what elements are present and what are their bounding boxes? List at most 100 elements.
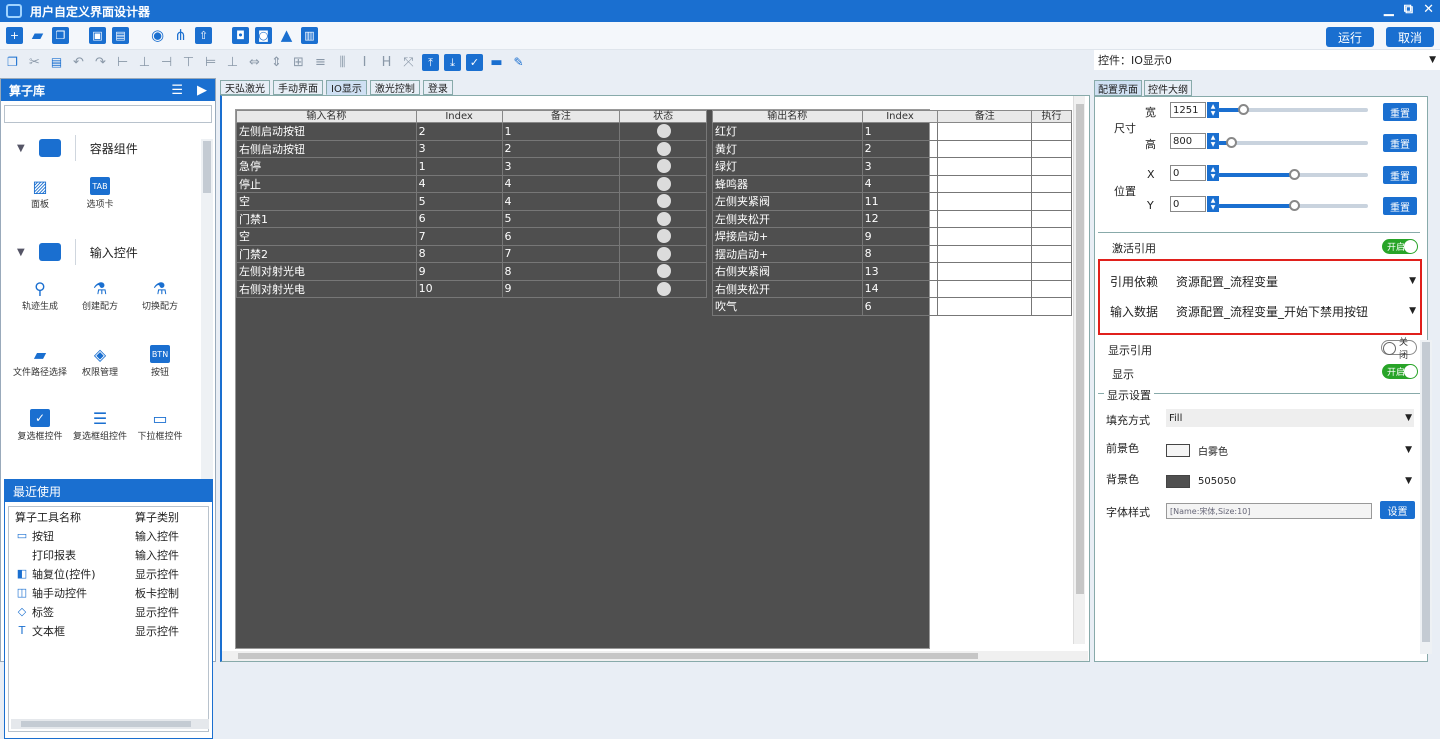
horizontal-spacing-icon[interactable]: H xyxy=(378,54,395,71)
same-size-icon[interactable]: ⊞ xyxy=(290,54,307,71)
table-row[interactable]: 左侧夹紧阀 11 11 xyxy=(712,192,1072,211)
tool-dropdown[interactable]: ▭ 下拉框控件 xyxy=(127,409,193,443)
layout-icon[interactable]: ▥ xyxy=(301,27,318,44)
execute-button-icon[interactable] xyxy=(1038,162,1047,171)
list-item[interactable]: ◧ 轴复位(控件) 显示控件 xyxy=(9,564,208,583)
delete-icon[interactable]: ▬ xyxy=(488,54,505,71)
execute-button-icon[interactable] xyxy=(1038,232,1047,241)
table-row[interactable]: 停止 4 4 xyxy=(236,174,707,193)
check-icon[interactable]: ✓ xyxy=(466,53,483,71)
send-back-icon[interactable]: ⤓ xyxy=(444,53,461,71)
execute-cell[interactable] xyxy=(1031,174,1072,193)
camera-icon[interactable]: ◘ xyxy=(232,27,249,44)
width-stepper[interactable]: 1251 ▲ ▼ xyxy=(1170,102,1219,118)
show-ref-toggle[interactable]: 关闭 xyxy=(1381,338,1417,361)
document-icon[interactable]: ▤ xyxy=(112,27,129,44)
tool-checkbox[interactable]: ✓ 复选框控件 xyxy=(7,409,73,443)
tool-tab[interactable]: TAB 选项卡 xyxy=(67,177,133,211)
spin-arrows-icon[interactable]: ▲ ▼ xyxy=(1207,165,1219,181)
tab-outline[interactable]: 控件大纲 xyxy=(1144,80,1192,96)
execute-button-icon[interactable] xyxy=(1038,127,1047,136)
execute-cell[interactable] xyxy=(1031,122,1072,141)
execute-cell[interactable] xyxy=(1031,192,1072,211)
menu-icon[interactable]: ☰ xyxy=(171,83,183,98)
run-button[interactable]: 运行 xyxy=(1326,27,1374,47)
close-icon[interactable]: ✕ xyxy=(1423,2,1434,17)
execute-cell[interactable] xyxy=(1031,262,1072,281)
list-item[interactable]: ◫ 轴手动控件 板卡控制 xyxy=(9,583,208,602)
align-bottom-icon[interactable]: ⊥ xyxy=(224,54,241,71)
briefcase-icon[interactable]: ▣ xyxy=(89,27,106,44)
spin-arrows-icon[interactable]: ▲ ▼ xyxy=(1207,196,1219,212)
height-stepper[interactable]: 800 ▲ ▼ xyxy=(1170,133,1219,149)
execute-cell[interactable] xyxy=(1031,157,1072,176)
search-input[interactable] xyxy=(4,105,212,123)
copy-icon[interactable]: ❐ xyxy=(4,54,21,71)
scrollbar[interactable] xyxy=(1420,340,1432,654)
x-slider[interactable] xyxy=(1218,169,1368,180)
execute-button-icon[interactable] xyxy=(1038,302,1047,311)
table-row[interactable]: 左侧对射光电 9 8 xyxy=(236,262,707,281)
spin-arrows-icon[interactable]: ▲ ▼ xyxy=(1207,133,1219,149)
scrollbar[interactable] xyxy=(201,139,213,479)
category-input[interactable]: ▼ 输入控件 xyxy=(17,239,138,265)
minimize-icon[interactable]: ▁ xyxy=(1384,2,1394,17)
font-style-field[interactable]: [Name:宋体,Size:10] xyxy=(1166,503,1372,519)
control-selector[interactable]: 控件：IO显示0 ▼ xyxy=(1094,50,1440,70)
same-width-icon[interactable]: ⇔ xyxy=(246,54,263,71)
table-row[interactable]: 急停 1 3 xyxy=(236,157,707,176)
table-row[interactable]: 右侧对射光电 10 9 xyxy=(236,279,707,298)
show-toggle[interactable]: 开启 xyxy=(1382,364,1418,379)
input-data-select[interactable]: 输入数据 资源配置_流程变量_开始下禁用按钮 ▼ xyxy=(1110,301,1418,321)
list-item[interactable]: 打印报表 输入控件 xyxy=(9,545,208,564)
execute-button-icon[interactable] xyxy=(1038,214,1047,223)
execute-cell[interactable] xyxy=(1031,139,1072,158)
y-slider[interactable] xyxy=(1218,200,1368,211)
list-item[interactable]: ▭ 按钮 输入控件 xyxy=(9,526,208,545)
tab-page[interactable]: 天弘激光 xyxy=(220,80,270,95)
execute-cell[interactable] xyxy=(1031,297,1072,316)
table-row[interactable]: 空76 xyxy=(236,227,707,246)
scrollbar[interactable] xyxy=(11,719,209,729)
table-row[interactable]: 右侧夹紧阀 13 16 xyxy=(712,262,1072,281)
tool-checkbox-group[interactable]: ☰ 复选框组控件 xyxy=(67,409,133,443)
bring-front-icon[interactable]: ⤒ xyxy=(422,53,439,71)
paste-icon[interactable]: ▤ xyxy=(48,54,65,71)
copy-window-icon[interactable]: ❐ xyxy=(52,27,69,44)
table-row[interactable]: 门禁2 8 7 xyxy=(236,244,707,263)
spacing-v-icon[interactable]: ⫼ xyxy=(334,54,351,71)
set-font-button[interactable]: 设置 xyxy=(1380,501,1415,519)
category-container[interactable]: ▼ 容器组件 xyxy=(17,135,138,161)
table-row[interactable]: 绿灯 3 12 xyxy=(712,157,1072,176)
scrollbar[interactable] xyxy=(1073,96,1085,644)
table-row[interactable]: 吹气 6 17 xyxy=(712,297,1072,316)
table-row[interactable]: 蜂鸣器 4 13 xyxy=(712,174,1072,193)
same-height-icon[interactable]: ⇕ xyxy=(268,54,285,71)
tool-file-path[interactable]: ▰ 文件路径选择 xyxy=(7,345,73,379)
align-left-icon[interactable]: ⊢ xyxy=(114,54,131,71)
io-display-control[interactable]: 输入名称 Index 备注 状态 左侧启动按钮 2 1 右侧启动按钮 3 2 急停 1 3 停止 4… xyxy=(235,109,1072,649)
height-slider[interactable] xyxy=(1218,137,1368,148)
cut-icon[interactable]: ✂ xyxy=(26,54,43,71)
tab-config[interactable]: 配置界面 xyxy=(1094,80,1142,96)
vertical-spacing-icon[interactable]: I xyxy=(356,54,373,71)
align-right-icon[interactable]: ⊣ xyxy=(158,54,175,71)
clear-icon[interactable]: ✎ xyxy=(510,54,527,71)
tab-page-active[interactable]: IO显示 xyxy=(326,80,367,95)
width-slider[interactable] xyxy=(1218,104,1368,115)
execute-cell[interactable] xyxy=(1031,244,1072,263)
tab-page[interactable]: 登录 xyxy=(422,80,453,95)
new-file-icon[interactable]: + xyxy=(6,27,23,44)
export-icon[interactable]: ⇧ xyxy=(195,27,212,44)
align-center-icon[interactable]: ⊥ xyxy=(136,54,153,71)
warning-icon[interactable]: ▲ xyxy=(278,27,295,44)
ref-basis-select[interactable]: 引用依赖 资源配置_流程变量 ▼ xyxy=(1110,271,1418,291)
open-folder-icon[interactable]: ▰ xyxy=(29,27,46,44)
y-stepper[interactable]: 0 ▲ ▼ xyxy=(1170,196,1219,212)
share-icon[interactable]: ⋔ xyxy=(172,27,189,44)
table-row[interactable]: 右侧启动按钮 3 2 xyxy=(236,139,707,158)
execute-cell[interactable] xyxy=(1031,227,1072,246)
cancel-button[interactable]: 取消 xyxy=(1386,27,1434,47)
collapse-icon[interactable]: ▶ xyxy=(197,83,207,98)
tool-switch-recipe[interactable]: ⚗ 切换配方 xyxy=(127,279,193,313)
